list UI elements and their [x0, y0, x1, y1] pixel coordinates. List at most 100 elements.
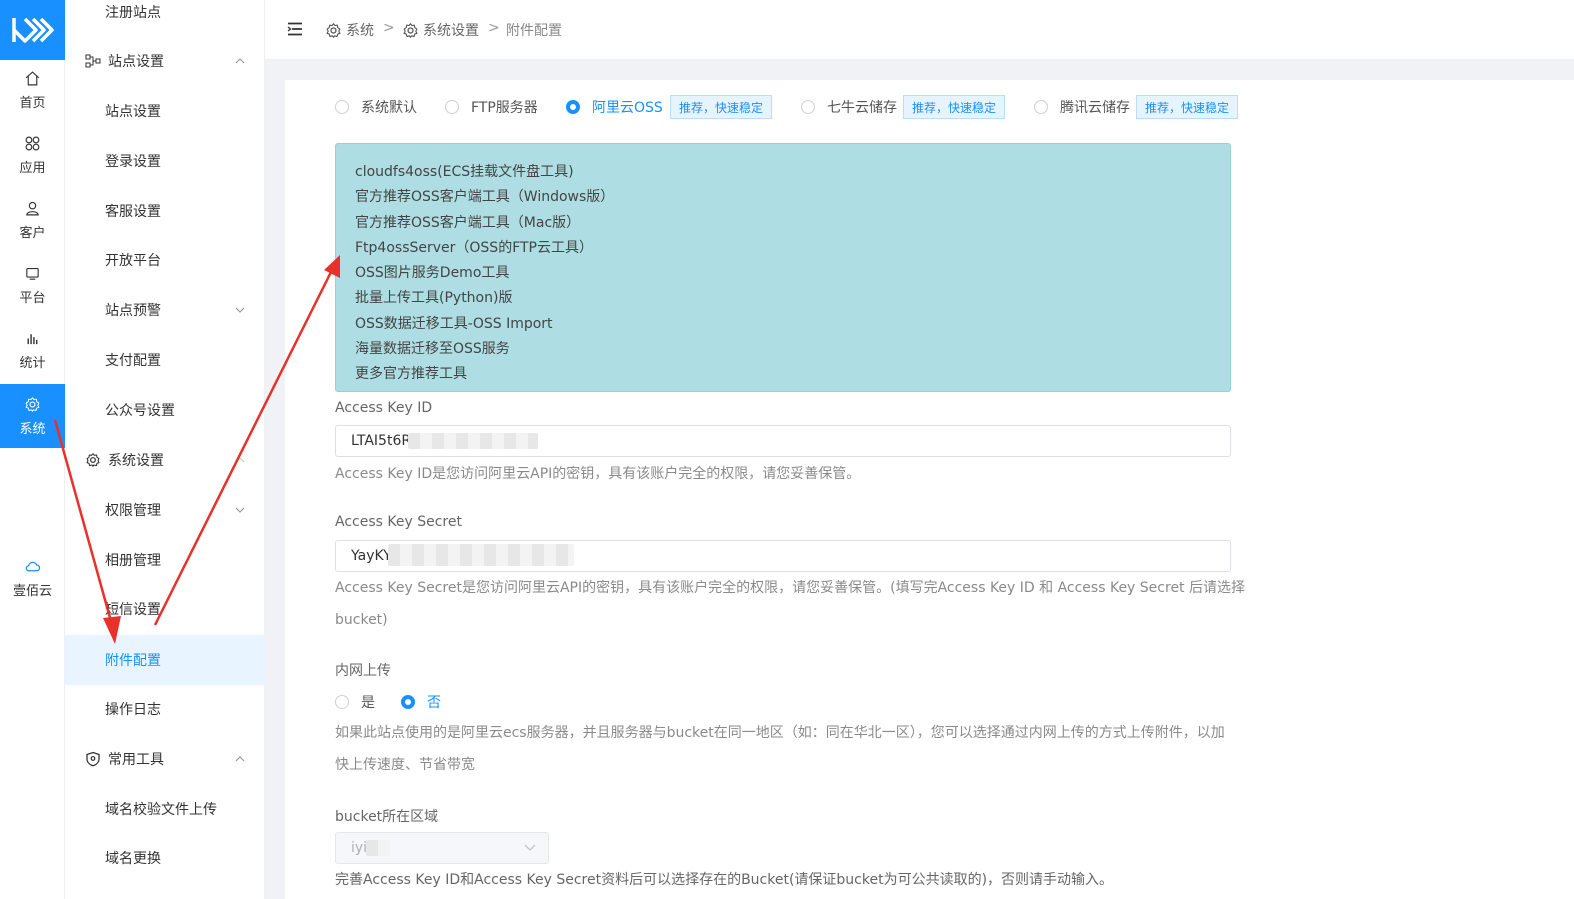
tool-link[interactable]: OSS图片服务Demo工具	[336, 261, 1230, 286]
menu-logs[interactable]: 操作日志	[65, 685, 265, 733]
menu-label: 常用工具	[108, 752, 164, 768]
radio-dot[interactable]	[1034, 100, 1048, 114]
menu-service-settings[interactable]: 客服设置	[65, 187, 265, 235]
access-key-secret-help-2: bucket)	[335, 612, 388, 628]
tool-link[interactable]: OSS数据迁移工具-OSS Import	[336, 312, 1230, 337]
menu-label: 站点设置	[105, 104, 161, 120]
menu-login-settings[interactable]: 登录设置	[65, 137, 265, 185]
breadcrumb-label: 附件配置	[506, 23, 562, 39]
input-value: LTAI5t6R	[351, 433, 412, 449]
menu-label: 支付配置	[105, 353, 161, 369]
tool-link[interactable]: Ftp4ossServer（OSS的FTP云工具）	[336, 236, 1230, 261]
redaction-mask	[408, 433, 538, 449]
menu-label: 开放平台	[105, 253, 161, 269]
radio-label: FTP服务器	[471, 100, 538, 116]
menu-group-site[interactable]: 站点设置	[65, 37, 265, 85]
tool-link[interactable]: 海量数据迁移至OSS服务	[336, 337, 1230, 362]
radio-qiniu[interactable]: 七牛云储存	[801, 96, 897, 118]
radio-ftp[interactable]: FTP服务器	[445, 96, 538, 118]
radio-intranet-no[interactable]: 否	[401, 691, 441, 713]
menu-sms[interactable]: 短信设置	[65, 585, 265, 633]
radio-system-default[interactable]: 系统默认	[335, 96, 417, 118]
rail-item-label: 平台	[19, 290, 46, 306]
breadcrumb-system-settings[interactable]: 系统设置	[402, 20, 479, 40]
rail-item-apps[interactable]: 应用	[0, 123, 65, 187]
rail-item-cloud[interactable]: 壹佰云	[0, 546, 65, 610]
menu-toggle-icon[interactable]	[287, 22, 303, 36]
app-logo[interactable]	[0, 0, 65, 60]
intranet-help-2: 快上传速度、节省带宽	[335, 757, 475, 773]
menu-open-platform[interactable]: 开放平台	[65, 236, 265, 284]
shield-icon	[86, 751, 100, 767]
radio-label: 系统默认	[361, 100, 417, 116]
access-key-id-label: Access Key ID	[335, 400, 433, 416]
rail-item-label: 系统	[19, 421, 46, 437]
menu-group-tools[interactable]: 常用工具	[65, 735, 265, 783]
select-value: iyi	[351, 840, 368, 856]
tool-link[interactable]: 官方推荐OSS客户端工具（Mac版）	[336, 211, 1230, 236]
home-icon	[25, 70, 40, 85]
rail-item-customer[interactable]: 客户	[0, 188, 65, 252]
menu-attachment[interactable]: 附件配置	[65, 635, 265, 685]
radio-label: 腾讯云储存	[1060, 100, 1130, 116]
chevron-up-icon	[235, 457, 245, 463]
breadcrumb-system[interactable]: 系统	[325, 20, 374, 40]
breadcrumb-label: 系统	[346, 23, 374, 39]
menu-site-settings[interactable]: 站点设置	[65, 87, 265, 135]
menu-album[interactable]: 相册管理	[65, 536, 265, 584]
menu-permission[interactable]: 权限管理	[65, 486, 265, 534]
chart-icon	[27, 333, 38, 344]
platform-icon	[26, 267, 39, 280]
rail-item-platform[interactable]: 平台	[0, 253, 65, 317]
radio-dot[interactable]	[401, 695, 415, 709]
menu-site-alert[interactable]: 站点预警	[65, 286, 265, 334]
tool-link[interactable]: cloudfs4oss(ECS挂载文件盘工具)	[336, 160, 1230, 185]
chevron-down-icon	[524, 844, 536, 851]
menu-payment[interactable]: 支付配置	[65, 336, 265, 384]
menu-label: 站点设置	[108, 54, 164, 70]
breadcrumb-attachment: 附件配置	[506, 20, 562, 40]
radio-dot[interactable]	[566, 100, 580, 114]
menu-register-site[interactable]: 注册站点	[65, 0, 265, 36]
radio-aliyun-oss[interactable]: 阿里云OSS	[566, 96, 663, 118]
submenu: 注册站点 站点设置 站点设置 登录设置 客服设置 开放平台 站点预警 支付配置 …	[65, 0, 265, 899]
menu-domain-verify[interactable]: 域名校验文件上传	[65, 785, 265, 833]
menu-label: 短信设置	[105, 602, 161, 618]
intranet-help: 如果此站点使用的是阿里云ecs服务器，并且服务器与bucket在同一地区（如：同…	[335, 725, 1225, 741]
gear-icon	[25, 396, 40, 412]
menu-wechat[interactable]: 公众号设置	[65, 386, 265, 434]
breadcrumb-separator: >	[383, 20, 395, 36]
oss-tools-box: cloudfs4oss(ECS挂载文件盘工具) 官方推荐OSS客户端工具（Win…	[335, 143, 1231, 392]
radio-dot[interactable]	[445, 100, 459, 114]
menu-label: 登录设置	[105, 154, 161, 170]
gear-icon	[326, 22, 341, 38]
icon-rail: 首页 应用 客户 平台 统计 系统 壹佰云	[0, 0, 65, 899]
menu-label: 权限管理	[105, 503, 161, 519]
chevron-down-icon	[235, 307, 245, 313]
menu-label: 相册管理	[105, 553, 161, 569]
radio-label: 是	[361, 695, 375, 711]
access-key-secret-label: Access Key Secret	[335, 514, 462, 530]
tool-link[interactable]: 官方推荐OSS客户端工具（Windows版）	[336, 185, 1230, 210]
rail-item-stats[interactable]: 统计	[0, 318, 65, 382]
top-header: 系统 > 系统设置 > 附件配置	[265, 0, 1574, 60]
gear-icon	[86, 453, 100, 467]
radio-dot[interactable]	[335, 695, 349, 709]
radio-tencent[interactable]: 腾讯云储存	[1034, 96, 1130, 118]
menu-label: 域名校验文件上传	[105, 802, 217, 818]
intranet-upload-label: 内网上传	[335, 663, 391, 679]
menu-label: 操作日志	[105, 702, 161, 718]
radio-intranet-yes[interactable]: 是	[335, 691, 375, 713]
radio-dot[interactable]	[335, 100, 349, 114]
logo-icon	[11, 17, 54, 43]
rail-item-home[interactable]: 首页	[0, 58, 65, 122]
menu-group-system[interactable]: 系统设置	[65, 436, 265, 484]
radio-dot[interactable]	[801, 100, 815, 114]
bucket-help: 完善Access Key ID和Access Key Secret资料后可以选择…	[335, 872, 1114, 888]
tool-link[interactable]: 批量上传工具(Python)版	[336, 286, 1230, 311]
tool-link[interactable]: 更多官方推荐工具	[336, 362, 1230, 387]
rail-item-label: 首页	[19, 95, 46, 111]
menu-label: 客服设置	[105, 204, 161, 220]
menu-domain-change[interactable]: 域名更换	[65, 834, 265, 882]
rail-item-system[interactable]: 系统	[0, 384, 65, 448]
